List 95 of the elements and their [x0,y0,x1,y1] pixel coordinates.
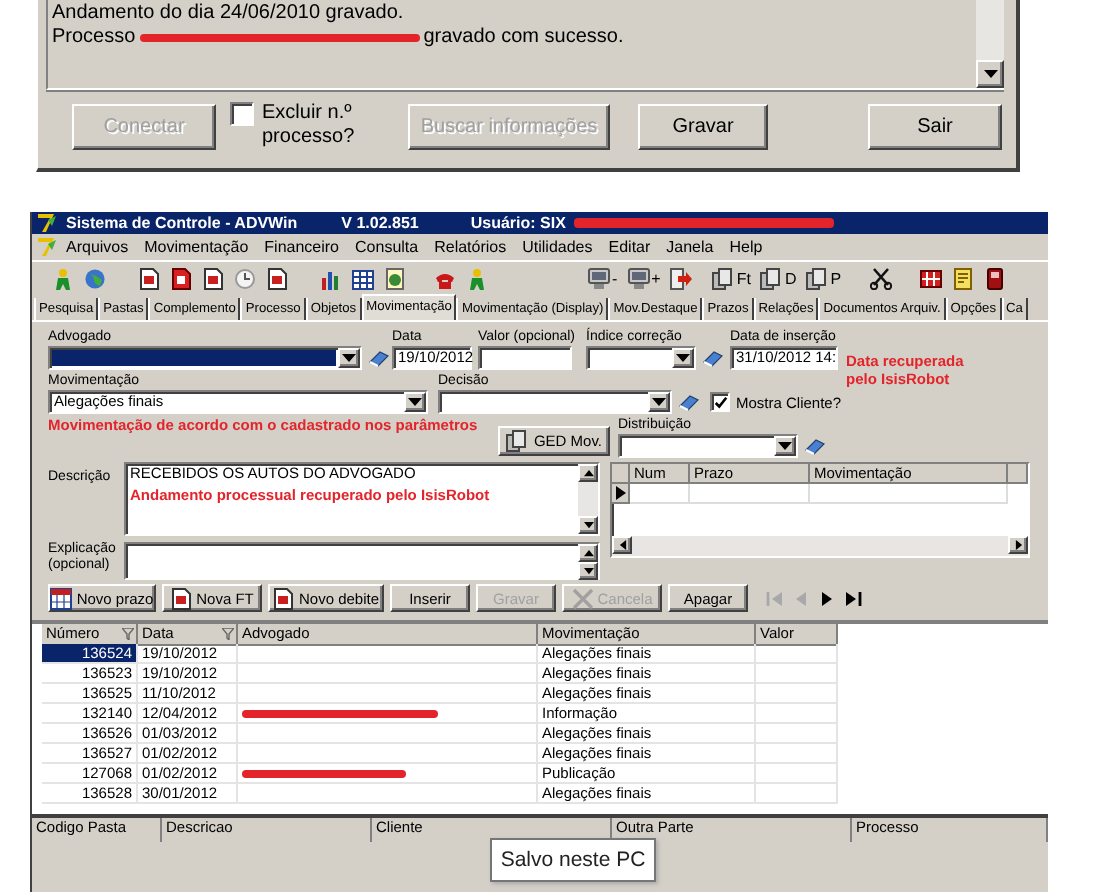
pages-icon[interactable] [712,267,735,289]
toolbar-label[interactable]: D [784,269,797,287]
menu-item[interactable]: Arquivos [58,238,137,256]
explanation-field[interactable] [124,542,600,580]
scroll-button[interactable] [612,536,632,554]
clock-icon[interactable] [234,267,256,289]
toolbar-label[interactable]: Ft [736,269,751,287]
scroll-button[interactable] [578,464,598,482]
computer-icon[interactable] [588,267,610,289]
document-icon [170,587,193,609]
note-icon[interactable] [951,267,974,289]
last-record-icon[interactable] [844,589,862,607]
scrollbar[interactable] [612,536,1028,556]
dropdown-button[interactable] [648,392,670,412]
dropdown-button[interactable] [404,392,426,412]
arrow-icon[interactable] [583,468,593,478]
checkbox[interactable] [230,102,254,126]
calculator-icon[interactable] [919,267,942,289]
menu-item[interactable]: Help [721,238,771,256]
input-field[interactable] [478,346,572,370]
document-icon[interactable] [170,267,192,289]
bar-chart-icon[interactable] [320,267,342,289]
table-cell [756,744,838,764]
eraser-icon[interactable] [702,347,724,369]
table-cell [756,684,838,704]
scissors-icon[interactable] [869,267,892,289]
checkbox-label[interactable]: Excluir n.º processo? [262,102,374,150]
arrow-icon[interactable] [583,520,593,530]
arrow-icon[interactable] [1013,540,1023,550]
arrow-icon[interactable] [983,70,997,78]
scroll-button[interactable] [578,516,598,534]
menu-item[interactable]: Consulta [347,238,427,256]
dropdown-field[interactable] [438,390,672,414]
log-text: Andamento do dia 24/06/2010 gravado. [52,2,404,26]
toolbar-label[interactable]: + [651,269,661,287]
device-icon[interactable] [983,267,1006,289]
table-cell [756,704,838,724]
dropdown-button[interactable] [338,348,360,368]
table-cell [756,764,838,784]
dropdown-field[interactable] [586,346,696,370]
scroll-button[interactable] [1008,536,1028,554]
app-logo-icon [36,212,58,234]
window-title: Sistema de Controle - ADVWin [66,214,298,232]
document-icon[interactable] [202,267,224,289]
log-text: Processo [52,26,136,50]
dropdown-button[interactable] [774,436,796,456]
globe-document-icon[interactable] [384,267,406,289]
table-cell [756,644,838,664]
menu-item[interactable]: Financeiro [256,238,348,256]
document-icon[interactable] [138,267,160,289]
filter-icon[interactable] [122,628,134,640]
table-cell [630,484,690,504]
filter-icon[interactable] [222,628,234,640]
toolbar-label[interactable]: - [612,269,618,287]
log-text: gravado com sucesso. [423,26,624,50]
grid-icon[interactable] [352,267,374,289]
scroll-button[interactable] [578,562,598,580]
tooltip: Salvo neste PC [490,838,656,882]
user-label: Usuário: SIX [470,214,566,232]
table-cell [756,784,838,804]
document-arrow-icon[interactable] [670,267,693,289]
menu-item[interactable]: Editar [600,238,659,256]
pages-icon[interactable] [760,267,783,289]
next-icon[interactable] [818,589,836,607]
menu-item[interactable]: Utilidades [514,238,601,256]
menu-item[interactable]: Movimentação [136,238,257,256]
eraser-icon[interactable] [678,391,700,413]
globe-icon[interactable] [84,267,106,289]
eraser-icon[interactable] [804,435,826,457]
dropdown-field[interactable] [618,434,798,458]
pages-icon [505,430,528,452]
person-icon[interactable] [466,267,488,289]
menu-item[interactable]: Relatórios [426,238,515,256]
document-icon [272,587,295,609]
cancel-icon [571,587,594,609]
person-icon[interactable] [52,267,74,289]
computer-icon[interactable] [627,267,650,289]
eraser-icon[interactable] [368,347,390,369]
menu-item[interactable]: Janela [658,238,722,256]
pages-icon[interactable] [806,267,829,289]
dropdown-button[interactable] [672,348,694,368]
dropdown-field[interactable] [48,346,362,370]
version-label: V 1.02.851 [341,214,419,232]
arrow-icon[interactable] [617,540,627,550]
checkbox[interactable] [710,392,730,412]
table-cell [690,484,810,504]
scroll-button[interactable] [578,544,598,562]
table-cell [756,664,838,684]
toolbar-label[interactable]: P [830,269,842,287]
scrollbar[interactable] [976,0,1004,88]
document-icon[interactable] [266,267,288,289]
table-cell [756,724,838,744]
dialog-button[interactable]: Gravar [638,103,768,149]
calendar-icon [50,587,73,609]
dialog-button[interactable]: Sair [868,103,1002,149]
